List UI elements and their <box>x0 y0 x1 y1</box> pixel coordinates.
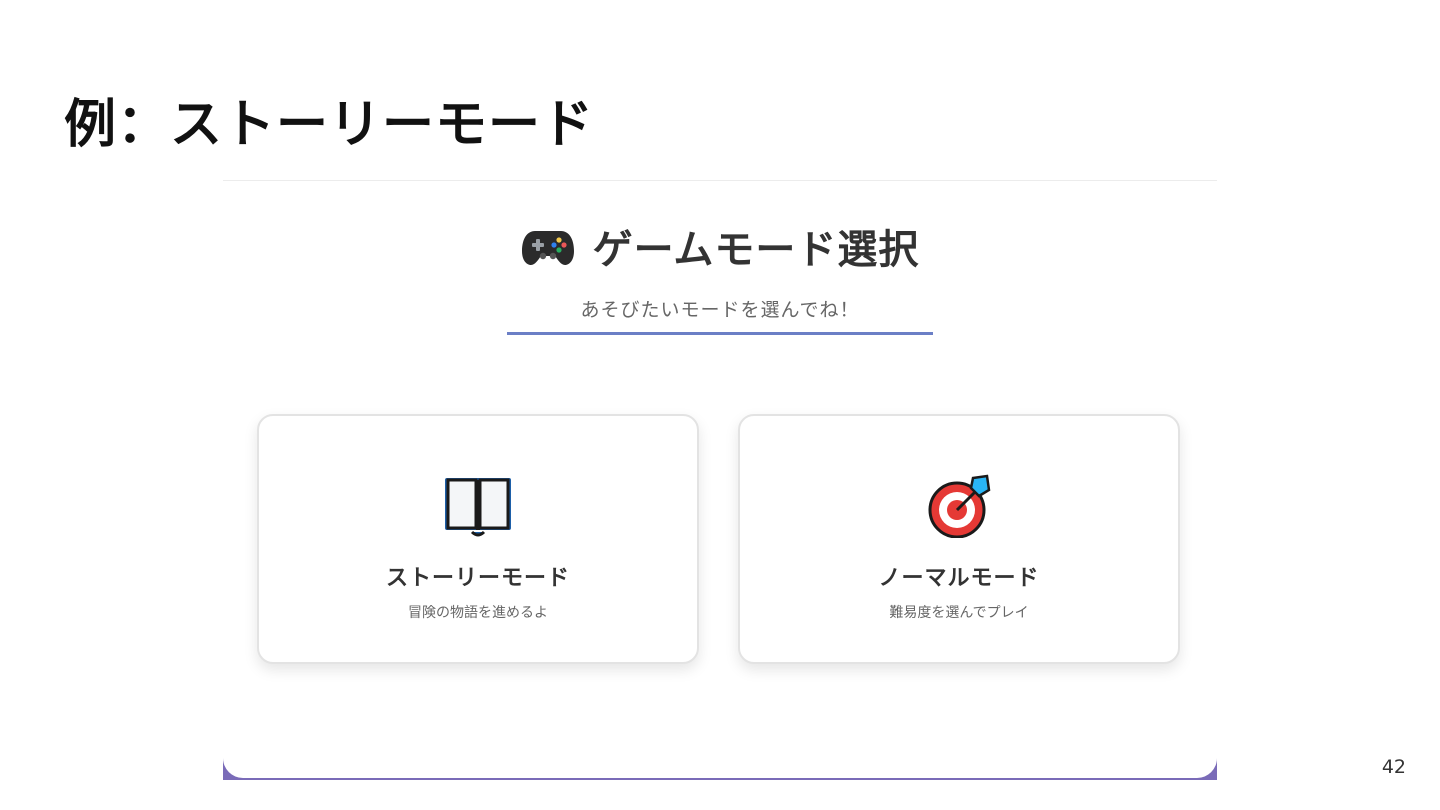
target-dart-icon <box>928 474 991 538</box>
mode-select-header: ゲームモード選択 あそびたいモードを選んでね！ <box>223 217 1217 322</box>
normal-mode-card[interactable]: ノーマルモード 難易度を選んでプレイ <box>738 414 1180 664</box>
story-mode-card[interactable]: ストーリーモード 冒険の物語を進めるよ <box>257 414 699 664</box>
story-mode-description: 冒険の物語を進めるよ <box>408 605 548 621</box>
gamepad-icon <box>521 231 574 265</box>
page-title-row: ゲームモード選択 <box>521 217 920 275</box>
header-underline <box>507 332 933 335</box>
slide-number: 42 <box>1381 756 1406 778</box>
open-book-icon <box>445 478 511 537</box>
story-mode-title: ストーリーモード <box>385 566 570 591</box>
slide-title: 例：ストーリーモード <box>64 95 595 155</box>
mode-select-subtitle: あそびたいモードを選んでね！ <box>580 299 860 321</box>
mode-select-title: ゲームモード選択 <box>592 227 920 273</box>
slide: 例：ストーリーモード ゲームモード選択 あそびたいモードを選んでね！ ストーリー… <box>0 0 1440 810</box>
normal-mode-title: ノーマルモード <box>878 566 1040 591</box>
normal-mode-description: 難易度を選んでプレイ <box>889 605 1029 621</box>
app-screenshot: ゲームモード選択 あそびたいモードを選んでね！ ストーリーモード 冒険の物語を進… <box>223 180 1217 780</box>
